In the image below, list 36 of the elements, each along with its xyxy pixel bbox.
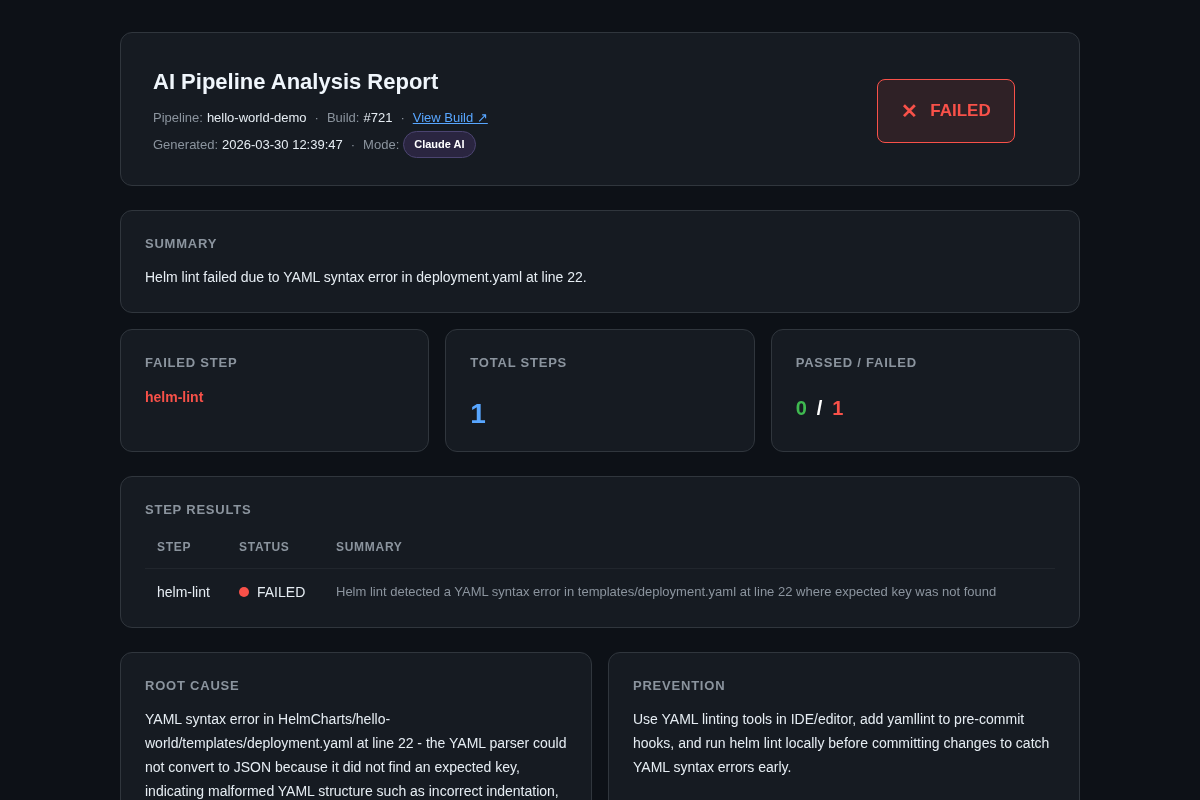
- section-heading: PASSED / FAILED: [795, 354, 918, 372]
- mode-badge: Claude AI: [403, 131, 476, 158]
- table-cell: helm-lint: [145, 568, 227, 603]
- meta-label: Mode:: [363, 135, 400, 154]
- section-heading: FAILED STEP: [145, 354, 239, 372]
- meta-value: hello-world-demo: [206, 109, 307, 127]
- meta-value: #721: [363, 109, 393, 127]
- section-heading: ROOT CAUSE: [145, 676, 241, 695]
- detail-text: Use YAML linting tools in IDE/editor, add yamllint to pre-commit hooks, and run helm lint locally before committing changes to catch YAML syntax errors early.: [633, 710, 1051, 777]
- cross-icon: ✕: [901, 95, 919, 126]
- slash: /: [816, 395, 823, 421]
- failed-count: 1: [832, 395, 844, 421]
- section-heading: PREVENTION: [633, 676, 727, 695]
- detail-text: YAML syntax error in HelmCharts/hello-world/templates/deployment.yaml at line 22 - the YAML parser could not convert to JSON because it did not find an expected key, indicating malformed YAML structure such as incorrect indentation,: [145, 710, 567, 800]
- report-title: AI Pipeline Analysis Report: [153, 68, 440, 96]
- separator: ·: [400, 109, 405, 127]
- status-text: FAILED: [257, 582, 306, 602]
- column-header: SUMMARY: [324, 537, 1055, 568]
- section-heading: SUMMARY: [145, 234, 219, 253]
- view-build-link[interactable]: View Build ↗: [412, 108, 488, 128]
- meta-label: Generated:: [153, 135, 219, 154]
- meta-label: Build:: [326, 109, 360, 127]
- column-header: STEP: [145, 537, 227, 568]
- section-heading: TOTAL STEPS: [470, 354, 569, 372]
- status-label: FAILED: [930, 100, 991, 122]
- meta-label: Pipeline:: [153, 109, 203, 127]
- meta-value: 2026-03-30 12:39:47: [222, 135, 343, 154]
- passed-count: 0: [795, 395, 807, 421]
- separator: ·: [314, 109, 319, 127]
- table-cell: Helm lint detected a YAML syntax error in templates/deployment.yaml at line 22 where expected key was not found: [324, 568, 1055, 603]
- column-header: STATUS: [227, 537, 324, 568]
- stat-value: helm-lint: [145, 387, 205, 407]
- stat-value: 1: [470, 396, 487, 431]
- section-heading: STEP RESULTS: [145, 501, 253, 519]
- summary-text: Helm lint failed due to YAML syntax error in deployment.yaml at line 22.: [145, 268, 588, 287]
- separator: ·: [350, 135, 356, 154]
